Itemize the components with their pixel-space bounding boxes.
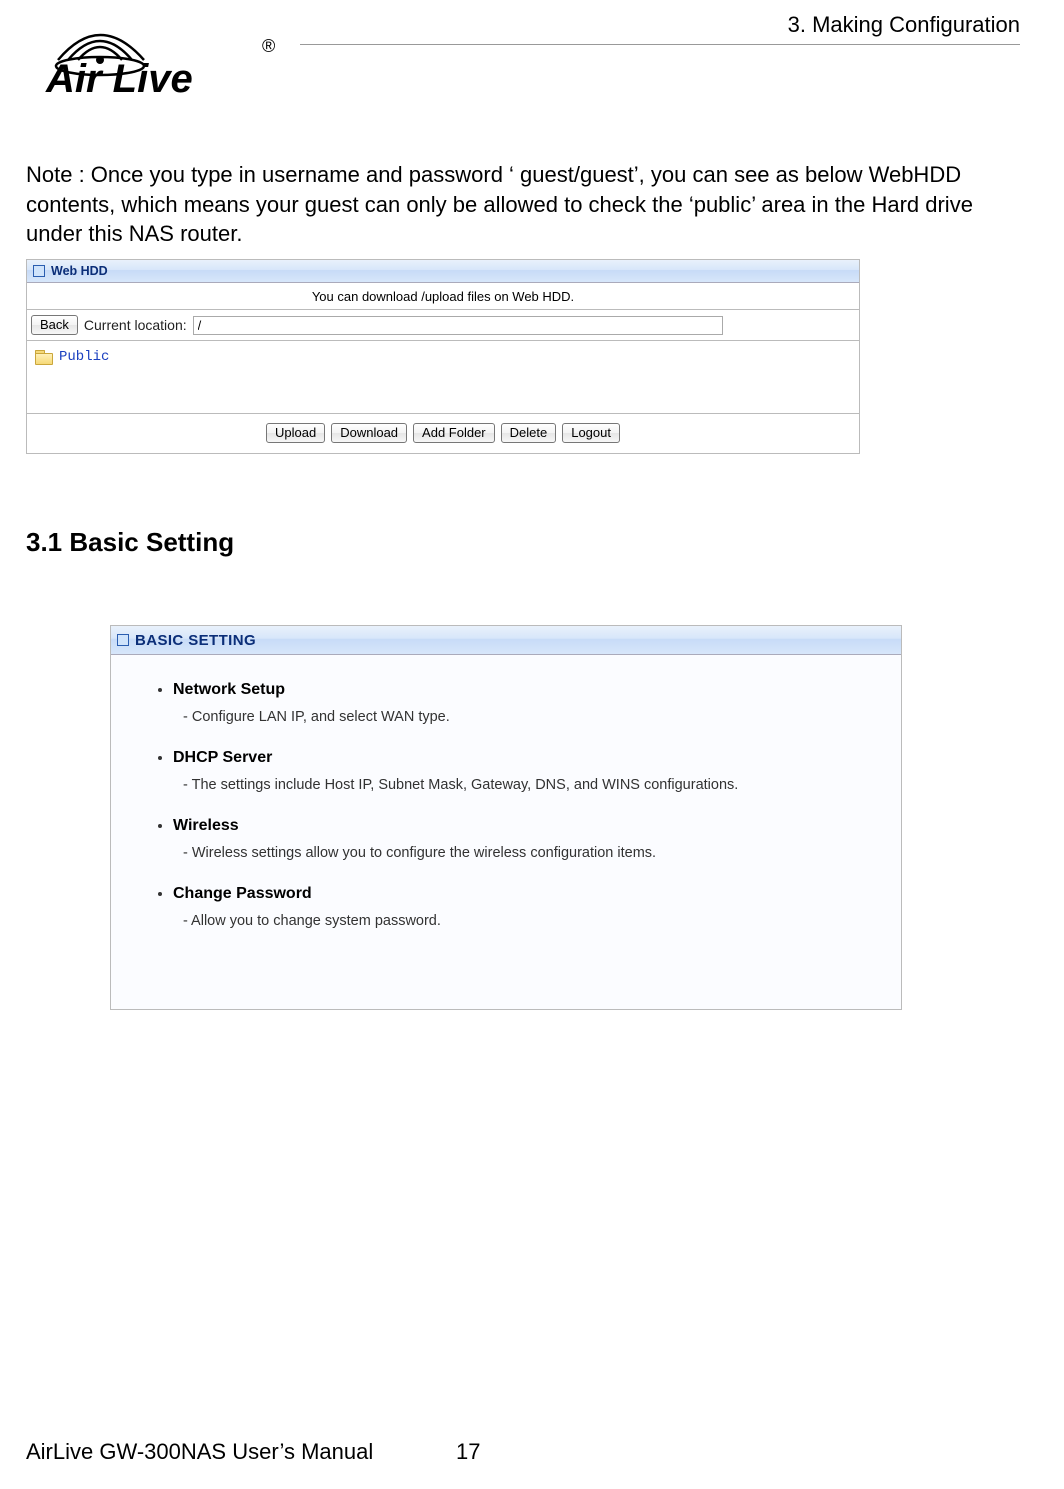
folder-item[interactable]: Public bbox=[35, 349, 851, 365]
logout-button[interactable]: Logout bbox=[562, 423, 620, 443]
chapter-label: 3. Making Configuration bbox=[788, 12, 1020, 38]
basic-item-dhcp-server[interactable]: DHCP Server - The settings include Host … bbox=[173, 749, 879, 793]
page-root: 3. Making Configuration Air Live ® Note … bbox=[0, 0, 1064, 1489]
basic-item-desc: - Configure LAN IP, and select WAN type. bbox=[183, 709, 879, 725]
delete-button[interactable]: Delete bbox=[501, 423, 557, 443]
basic-item-desc: - The settings include Host IP, Subnet M… bbox=[183, 777, 879, 793]
panel-toggle-icon[interactable] bbox=[33, 265, 45, 277]
download-button[interactable]: Download bbox=[331, 423, 407, 443]
webhdd-title: Web HDD bbox=[51, 264, 108, 278]
basic-item-title: Wireless bbox=[173, 817, 879, 835]
folder-icon bbox=[35, 350, 53, 364]
basic-item-title: Network Setup bbox=[173, 681, 879, 699]
basic-setting-panel: BASIC SETTING Network Setup - Configure … bbox=[110, 625, 902, 1010]
basic-item-change-password[interactable]: Change Password - Allow you to change sy… bbox=[173, 885, 879, 929]
section-heading: 3.1 Basic Setting bbox=[26, 527, 234, 558]
webhdd-panel-header: Web HDD bbox=[27, 260, 859, 283]
header-divider bbox=[300, 44, 1020, 45]
location-input[interactable] bbox=[193, 316, 723, 335]
note-paragraph: Note : Once you type in username and pas… bbox=[26, 160, 1034, 249]
upload-button[interactable]: Upload bbox=[266, 423, 325, 443]
footer-page-number: 17 bbox=[456, 1439, 480, 1465]
webhdd-button-row: Upload Download Add Folder Delete Logout bbox=[27, 414, 859, 453]
basic-item-desc: - Wireless settings allow you to configu… bbox=[183, 845, 879, 861]
page-footer: AirLive GW-300NAS User’s Manual 17 bbox=[26, 1439, 1020, 1465]
directory-listing: Public bbox=[27, 341, 859, 414]
location-row: Back Current location: bbox=[27, 310, 859, 341]
basic-item-title: Change Password bbox=[173, 885, 879, 903]
logo-reg-mark: ® bbox=[262, 36, 275, 56]
webhdd-panel: Web HDD You can download /upload files o… bbox=[26, 259, 860, 454]
logo-text: Air Live bbox=[45, 57, 193, 100]
basic-item-network-setup[interactable]: Network Setup - Configure LAN IP, and se… bbox=[173, 681, 879, 725]
basic-body: Network Setup - Configure LAN IP, and se… bbox=[111, 655, 901, 929]
basic-item-desc: - Allow you to change system password. bbox=[183, 913, 879, 929]
back-button[interactable]: Back bbox=[31, 315, 78, 335]
basic-panel-header: BASIC SETTING bbox=[111, 626, 901, 655]
panel-toggle-icon[interactable] bbox=[117, 634, 129, 646]
add-folder-button[interactable]: Add Folder bbox=[413, 423, 495, 443]
location-label: Current location: bbox=[84, 317, 187, 333]
airlive-logo: Air Live ® bbox=[28, 4, 288, 100]
basic-item-title: DHCP Server bbox=[173, 749, 879, 767]
basic-title: BASIC SETTING bbox=[135, 632, 256, 649]
basic-item-wireless[interactable]: Wireless - Wireless settings allow you t… bbox=[173, 817, 879, 861]
webhdd-description: You can download /upload files on Web HD… bbox=[27, 283, 859, 310]
footer-manual-title: AirLive GW-300NAS User’s Manual bbox=[26, 1439, 373, 1465]
folder-name: Public bbox=[59, 349, 109, 365]
